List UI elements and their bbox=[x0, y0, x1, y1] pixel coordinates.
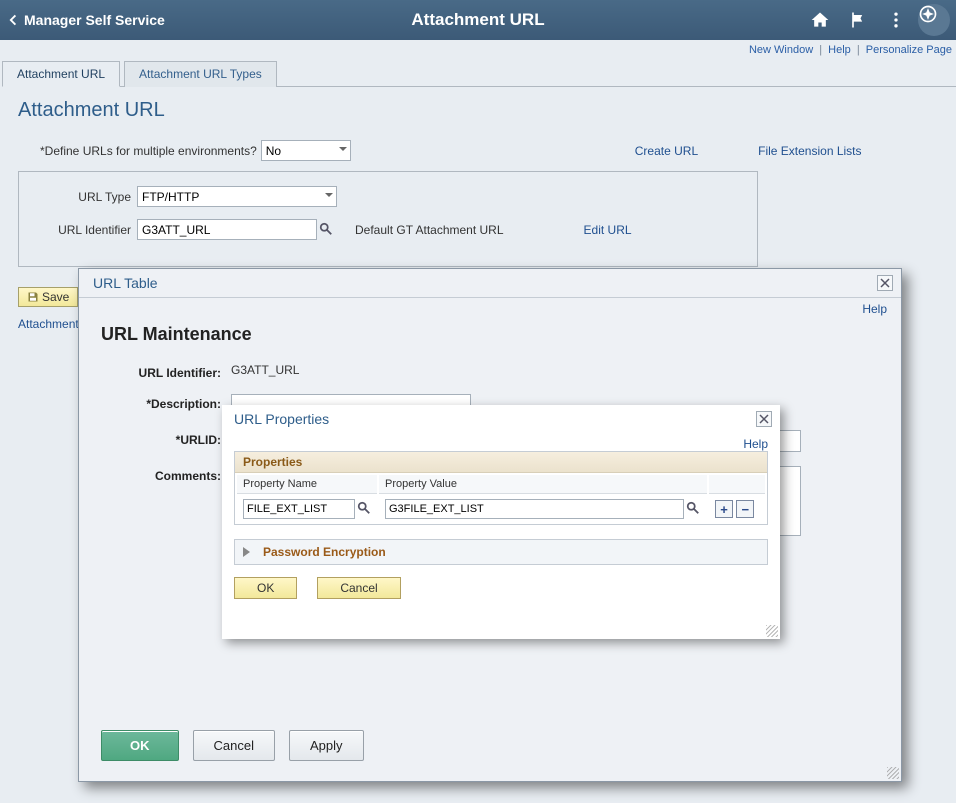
save-label: Save bbox=[42, 290, 69, 304]
props-button-row: OK Cancel bbox=[234, 577, 768, 599]
new-window-link[interactable]: New Window bbox=[749, 44, 813, 56]
define-select[interactable]: No bbox=[261, 140, 351, 161]
property-value-input[interactable] bbox=[385, 499, 684, 519]
save-icon bbox=[27, 291, 39, 303]
separator: | bbox=[857, 44, 860, 56]
um-url-identifier-value: G3ATT_URL bbox=[231, 363, 879, 377]
um-urlid-label: *URLID: bbox=[101, 430, 231, 447]
modal-header: URL Table bbox=[79, 269, 901, 298]
um-comments-label: Comments: bbox=[101, 466, 231, 483]
personalize-link[interactable]: Personalize Page bbox=[866, 44, 952, 56]
um-description-label: *Description: bbox=[101, 394, 231, 411]
url-box: URL Type FTP/HTTP URL Identifier Default… bbox=[18, 171, 758, 267]
resize-handle[interactable] bbox=[887, 767, 899, 779]
save-button[interactable]: Save bbox=[18, 287, 78, 307]
page-links: Create URL File Extension Lists bbox=[635, 144, 862, 158]
url-identifier-label: URL Identifier bbox=[37, 223, 137, 237]
props-modal-header: URL Properties bbox=[222, 405, 780, 433]
close-icon bbox=[880, 278, 890, 288]
tab-attachment-url[interactable]: Attachment URL bbox=[2, 61, 120, 87]
lookup-icon[interactable] bbox=[319, 222, 335, 238]
apply-button[interactable]: Apply bbox=[289, 730, 364, 761]
col-property-value: Property Value bbox=[379, 475, 707, 494]
file-ext-lists-link[interactable]: File Extension Lists bbox=[758, 144, 861, 158]
cancel-button[interactable]: Cancel bbox=[193, 730, 275, 761]
expand-icon bbox=[243, 547, 255, 557]
url-identifier-input[interactable] bbox=[137, 219, 317, 240]
password-encryption-section[interactable]: Password Encryption bbox=[234, 539, 768, 565]
col-property-name: Property Name bbox=[237, 475, 377, 494]
back-button[interactable]: Manager Self Service bbox=[0, 0, 175, 40]
props-body: Properties Property Name Property Value bbox=[222, 451, 780, 599]
navbar-button[interactable] bbox=[916, 2, 952, 38]
kebab-icon bbox=[886, 10, 906, 30]
modal-url-properties: URL Properties Help Properties Property … bbox=[222, 405, 780, 639]
separator: | bbox=[819, 44, 822, 56]
define-select-wrap: No bbox=[261, 140, 351, 161]
ok-button[interactable]: OK bbox=[101, 730, 179, 761]
props-modal-title: URL Properties bbox=[234, 411, 329, 427]
edit-url-link[interactable]: Edit URL bbox=[584, 223, 632, 237]
create-url-link[interactable]: Create URL bbox=[635, 144, 698, 158]
lookup-icon[interactable] bbox=[686, 501, 701, 517]
help-link[interactable]: Help bbox=[828, 44, 851, 56]
close-icon bbox=[759, 414, 769, 424]
top-links: New Window | Help | Personalize Page bbox=[0, 40, 956, 60]
define-label: *Define URLs for multiple environments? bbox=[40, 144, 257, 158]
props-ok-button[interactable]: OK bbox=[234, 577, 297, 599]
props-close-button[interactable] bbox=[756, 411, 772, 427]
um-url-identifier-label: URL Identifier: bbox=[101, 363, 231, 380]
tab-row: Attachment URL Attachment URL Types bbox=[2, 60, 956, 87]
add-row-button[interactable]: + bbox=[715, 500, 733, 518]
modal-title: URL Table bbox=[93, 275, 158, 291]
default-url-msg: Default GT Attachment URL bbox=[355, 223, 504, 237]
home-button[interactable] bbox=[802, 2, 838, 38]
flag-button[interactable] bbox=[840, 2, 876, 38]
delete-row-button[interactable]: − bbox=[736, 500, 754, 518]
props-cancel-button[interactable]: Cancel bbox=[317, 577, 400, 599]
url-type-label: URL Type bbox=[37, 190, 137, 204]
url-type-select[interactable]: FTP/HTTP bbox=[137, 186, 337, 207]
lookup-icon[interactable] bbox=[357, 501, 371, 517]
props-box: Properties Property Name Property Value bbox=[234, 451, 768, 525]
home-icon bbox=[810, 10, 830, 30]
props-help-link[interactable]: Help bbox=[743, 437, 768, 451]
global-header: Manager Self Service Attachment URL bbox=[0, 0, 956, 40]
url-maintenance-title: URL Maintenance bbox=[101, 324, 879, 345]
close-button[interactable] bbox=[877, 275, 893, 291]
props-table: Property Name Property Value bbox=[235, 473, 767, 524]
header-icons bbox=[802, 2, 956, 38]
modal-help-link[interactable]: Help bbox=[862, 302, 887, 316]
props-section-title: Properties bbox=[235, 452, 767, 473]
compass-icon bbox=[918, 4, 938, 24]
password-encryption-label: Password Encryption bbox=[263, 545, 386, 559]
property-name-input[interactable] bbox=[243, 499, 355, 519]
modal-buttons: OK Cancel Apply bbox=[101, 730, 364, 761]
resize-handle[interactable] bbox=[766, 625, 778, 637]
actions-button[interactable] bbox=[878, 2, 914, 38]
back-label: Manager Self Service bbox=[24, 12, 165, 28]
tab-attachment-url-types[interactable]: Attachment URL Types bbox=[124, 61, 277, 87]
chevron-left-icon bbox=[6, 13, 20, 27]
flag-icon bbox=[848, 10, 868, 30]
page-title: Attachment URL bbox=[18, 99, 940, 122]
table-row: + − bbox=[237, 496, 765, 522]
